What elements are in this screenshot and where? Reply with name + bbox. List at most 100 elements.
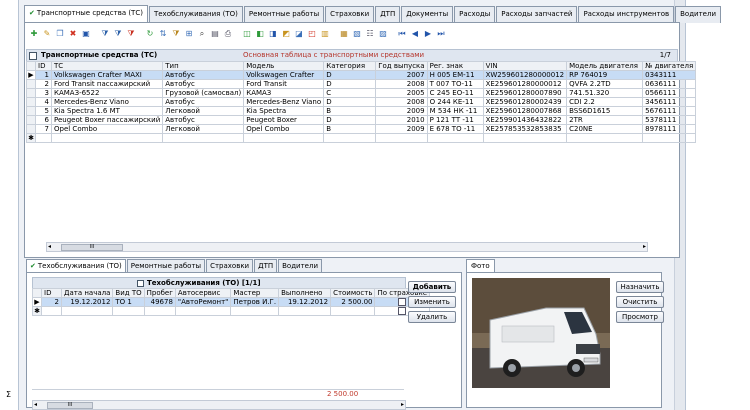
- copy-icon[interactable]: ❐: [54, 28, 66, 40]
- table-cell[interactable]: XE257853532853835: [482, 124, 568, 134]
- delete-icon[interactable]: ✖: [67, 28, 79, 40]
- table-row[interactable]: 5 Kia Spectra 1.6 MT Легковой Kia Spectra B 2…: [26, 106, 697, 116]
- table-cell[interactable]: 2008: [375, 97, 428, 107]
- table-cell[interactable]: D: [323, 79, 377, 89]
- table-cell[interactable]: 7: [35, 124, 52, 134]
- table-cell[interactable]: QVFA 2.2TD: [566, 79, 644, 89]
- table-row[interactable]: 4 Mercedes-Benz Viano Автобус Mercedes-Benz…: [26, 97, 697, 107]
- collapse-icon[interactable]: [137, 280, 144, 287]
- column-header[interactable]: Рег. знак: [426, 61, 484, 71]
- edit-icon[interactable]: ✎: [41, 28, 53, 40]
- table-row[interactable]: 6 Peugeot Boxer пассажирский Автобус Peugeo…: [26, 115, 697, 125]
- edit-button[interactable]: Изменить: [408, 296, 456, 308]
- table-cell[interactable]: Грузовой (самосвал): [162, 88, 245, 98]
- table-row[interactable]: ▶ 1 Volkswagen Crafter MAXI Автобус Volkswag…: [26, 70, 697, 80]
- column-header[interactable]: ID: [41, 288, 62, 298]
- table-cell[interactable]: Р 121 ТТ -11: [426, 115, 484, 125]
- table-cell[interactable]: Автобус: [162, 79, 245, 89]
- table-cell[interactable]: 3456111: [642, 97, 697, 107]
- print-preview-icon[interactable]: ▤: [209, 28, 221, 40]
- scroll-thumb[interactable]: III: [61, 244, 123, 251]
- table-cell[interactable]: 2009: [375, 124, 428, 134]
- table-cell[interactable]: 0343111: [642, 70, 697, 80]
- refresh-icon[interactable]: ↻: [144, 28, 156, 40]
- sort-filter-icon[interactable]: ⧩: [170, 28, 182, 40]
- column-header[interactable]: ID: [35, 61, 52, 71]
- first-record-icon[interactable]: ⏮: [396, 28, 408, 40]
- table-cell[interactable]: CDI 2.2: [566, 97, 644, 107]
- column-header[interactable]: Автосервис: [174, 288, 232, 298]
- table-cell[interactable]: 741.51.320: [566, 88, 644, 98]
- report-icon[interactable]: ▦: [338, 28, 350, 40]
- chart-icon[interactable]: ▥: [319, 28, 331, 40]
- table-cell[interactable]: Т 007 ТО-11: [426, 79, 484, 89]
- tab-detail-maintenance[interactable]: ✔ Техобслуживания (ТО): [26, 259, 126, 273]
- table-row[interactable]: 7 Opel Combo Легковой Opel Combo B 2009 Е 678 …: [26, 124, 697, 134]
- table-cell[interactable]: Н 005 ЕМ-11: [426, 70, 484, 80]
- table-cell[interactable]: Volkswagen Crafter MAXI: [50, 70, 164, 80]
- last-record-icon[interactable]: ⏭: [435, 28, 447, 40]
- insurance-checkbox[interactable]: [398, 307, 407, 315]
- insurance-checkbox[interactable]: [398, 298, 407, 306]
- table-cell[interactable]: Автобус: [162, 97, 245, 107]
- column-header[interactable]: Год выпуска: [375, 61, 428, 71]
- tab-detail-accidents[interactable]: ДТП: [254, 259, 278, 273]
- table-cell[interactable]: 5: [35, 106, 52, 116]
- column-header[interactable]: Пробег: [143, 288, 176, 298]
- tab-maintenance[interactable]: Техобслуживания (ТО): [148, 6, 243, 23]
- table-cell[interactable]: Легковой: [162, 124, 245, 134]
- export-html-icon[interactable]: ◩: [280, 28, 292, 40]
- table-cell[interactable]: Kia Spectra 1.6 MT: [50, 106, 164, 116]
- table-cell[interactable]: КАМАЗ: [243, 88, 325, 98]
- table-cell[interactable]: 5676111: [642, 106, 697, 116]
- table-cell[interactable]: D: [323, 70, 377, 80]
- column-header[interactable]: Модель двигателя: [566, 61, 644, 71]
- table-cell[interactable]: 5378111: [642, 115, 697, 125]
- table-cell[interactable]: D: [323, 97, 377, 107]
- tab-accidents[interactable]: ДТП: [375, 6, 401, 23]
- tab-detail-insurance[interactable]: Страховки: [206, 259, 254, 273]
- column-header[interactable]: Модель: [243, 61, 325, 71]
- tab-drivers[interactable]: Водители: [675, 6, 722, 23]
- table-cell[interactable]: Mercedes-Benz Viano: [50, 97, 164, 107]
- prev-record-icon[interactable]: ◀: [409, 28, 421, 40]
- table-cell[interactable]: 0636111: [642, 79, 697, 89]
- table-cell[interactable]: 8978111: [642, 124, 697, 134]
- export-icon[interactable]: ◫: [241, 28, 253, 40]
- table-cell[interactable]: 2009: [375, 106, 428, 116]
- table-cell[interactable]: XE259901436432822: [482, 115, 568, 125]
- column-header[interactable]: ТС: [50, 61, 164, 71]
- next-record-icon[interactable]: ▶: [422, 28, 434, 40]
- table-cell[interactable]: Peugeot Boxer: [243, 115, 325, 125]
- table-cell[interactable]: 2010: [375, 115, 428, 125]
- report2-icon[interactable]: ▧: [351, 28, 363, 40]
- table-cell[interactable]: О 244 КЕ-11: [426, 97, 484, 107]
- table-cell[interactable]: 2005: [375, 88, 428, 98]
- tab-detail-drivers[interactable]: Водители: [278, 259, 323, 273]
- table-cell[interactable]: Е 678 ТО -11: [426, 124, 484, 134]
- find-icon[interactable]: ⌕: [196, 28, 208, 40]
- filter-clear-icon[interactable]: ⧩: [125, 28, 137, 40]
- table-row[interactable]: 3 КАМАЗ-6522 Грузовой (самосвал) КАМАЗ C 2005…: [26, 88, 697, 98]
- export-pdf-icon[interactable]: ◰: [306, 28, 318, 40]
- table-cell[interactable]: Легковой: [162, 106, 245, 116]
- column-header[interactable]: № двигателя: [642, 61, 697, 71]
- table-cell[interactable]: Peugeot Boxer пассажирский: [50, 115, 164, 125]
- assign-photo-button[interactable]: Назначить: [616, 281, 664, 293]
- columns-icon[interactable]: ▨: [377, 28, 389, 40]
- delete-button[interactable]: Удалить: [408, 311, 456, 323]
- table-cell[interactable]: Kia Spectra: [243, 106, 325, 116]
- table-row-new[interactable]: ✱: [32, 306, 431, 316]
- table-cell[interactable]: Автобус: [162, 115, 245, 125]
- table-cell[interactable]: Автобус: [162, 70, 245, 80]
- column-header[interactable]: Дата начала: [60, 288, 114, 298]
- scroll-thumb[interactable]: III: [47, 402, 93, 409]
- table-cell[interactable]: XE259601280007868: [482, 106, 568, 116]
- column-header[interactable]: Тип: [162, 61, 245, 71]
- export-excel-icon[interactable]: ◧: [254, 28, 266, 40]
- table-cell[interactable]: Ford Transit пассажирский: [50, 79, 164, 89]
- column-header[interactable]: Стоимость: [330, 288, 376, 298]
- settings-icon[interactable]: ☷: [364, 28, 376, 40]
- table-cell[interactable]: Opel Combo: [243, 124, 325, 134]
- table-cell[interactable]: BSS6D1615: [566, 106, 644, 116]
